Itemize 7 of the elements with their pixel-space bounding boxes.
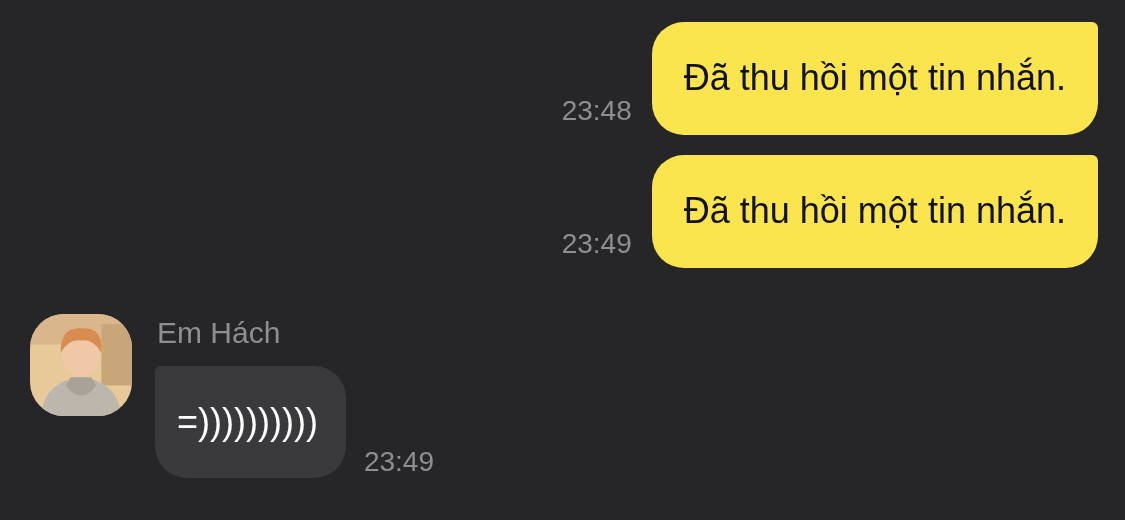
- message-bubble: Đã thu hồi một tin nhắn.: [651, 22, 1098, 135]
- message-bubble: Đã thu hồi một tin nhắn.: [651, 155, 1098, 268]
- message-bubble: =)))))))))): [155, 366, 346, 478]
- message-time: 23:49: [363, 446, 434, 478]
- sender-name: Em Hách: [157, 315, 282, 351]
- message-time: 23:49: [561, 228, 632, 260]
- message-time: 23:48: [561, 95, 632, 127]
